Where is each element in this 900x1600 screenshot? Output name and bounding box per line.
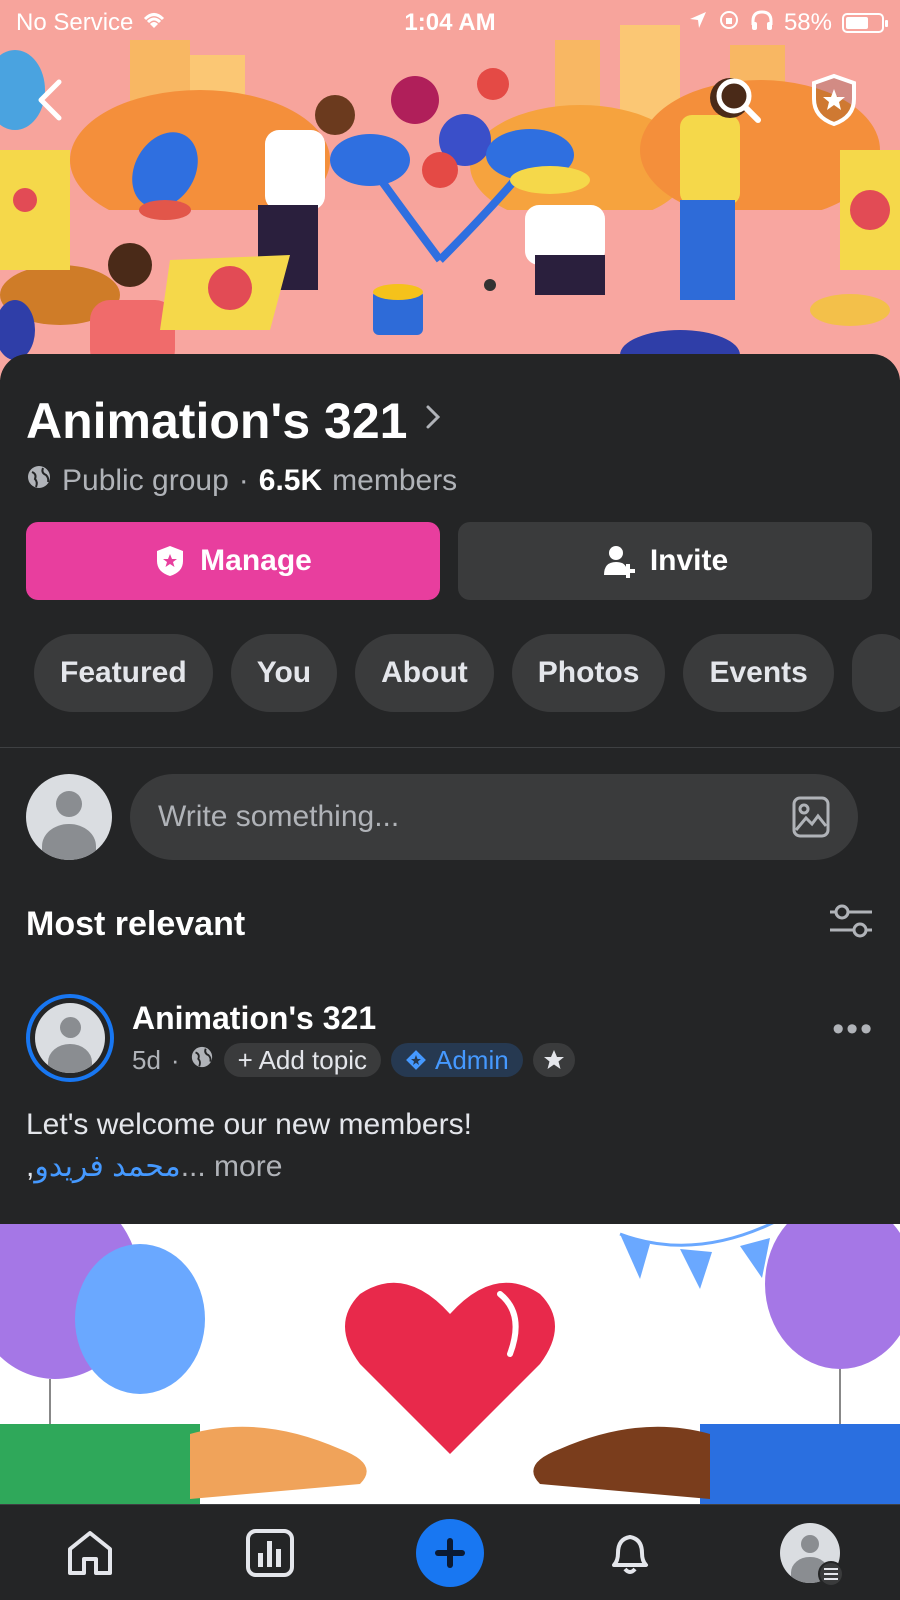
status-time: 1:04 AM — [404, 9, 496, 36]
post-ellipsis: ... — [180, 1150, 206, 1183]
status-bar: No Service 1:04 AM 58% — [0, 0, 900, 46]
avatar — [35, 1003, 105, 1073]
orientation-lock-icon — [718, 9, 740, 38]
search-button[interactable] — [708, 70, 768, 130]
group-privacy: Public group — [62, 464, 229, 497]
back-button[interactable] — [20, 70, 80, 130]
post-text: Let's welcome our new members! ,محمد فري… — [26, 1104, 472, 1188]
chevron-left-icon — [38, 79, 62, 121]
add-person-icon — [603, 546, 635, 578]
group-actions: Manage Invite — [26, 522, 872, 600]
tab-overflow[interactable] — [851, 634, 900, 712]
post-author-name[interactable]: Animation's 321 — [132, 1000, 575, 1037]
tab-about[interactable]: About — [355, 634, 494, 712]
invite-label: Invite — [649, 544, 729, 577]
cover-illustration — [0, 0, 900, 380]
write-something-input[interactable]: Write something... — [130, 774, 858, 860]
star-icon — [543, 1050, 564, 1069]
admin-tools-button[interactable] — [804, 70, 864, 130]
bar-chart-icon — [246, 1528, 294, 1577]
invite-button[interactable]: Invite — [458, 522, 872, 600]
section-divider — [0, 747, 900, 748]
composer-placeholder: Write something... — [158, 800, 400, 833]
menu-icon — [818, 1560, 844, 1587]
photo-icon[interactable] — [792, 796, 830, 838]
group-title-row[interactable]: Animation's 321 — [26, 392, 441, 450]
meta-separator: · — [238, 464, 249, 497]
bell-icon — [612, 1534, 648, 1574]
group-tabs: Featured You About Photos Events — [34, 634, 900, 712]
avatar[interactable] — [26, 774, 112, 860]
tab-featured[interactable]: Featured — [34, 634, 213, 712]
star-badge[interactable] — [532, 1043, 575, 1077]
nav-notifications[interactable] — [585, 1508, 675, 1598]
bottom-tab-bar — [0, 1504, 900, 1600]
post-header: Animation's 321 5d · + Add topic Admin — [26, 994, 575, 1082]
see-more-link[interactable]: more — [214, 1150, 282, 1183]
nav-profile-menu[interactable] — [765, 1508, 855, 1598]
battery-percent: 58% — [783, 9, 832, 36]
add-topic-button[interactable]: + Add topic — [223, 1043, 381, 1077]
shield-star-icon — [812, 73, 856, 127]
members-count[interactable]: 6.5K — [259, 464, 322, 498]
tab-events[interactable]: Events — [683, 634, 834, 712]
admin-badge-label: Admin — [434, 1044, 509, 1075]
tab-you[interactable]: You — [230, 634, 338, 712]
post-subline: 5d · + Add topic Admin — [132, 1043, 575, 1077]
group-name[interactable]: Animation's 321 — [26, 392, 407, 450]
wifi-icon — [141, 9, 167, 37]
location-icon — [688, 9, 708, 37]
filter-sliders-icon[interactable] — [828, 902, 874, 947]
create-post-button[interactable] — [416, 1518, 484, 1587]
post-image[interactable] — [0, 1224, 900, 1504]
nav-home[interactable] — [45, 1508, 135, 1598]
home-icon — [68, 1530, 112, 1575]
chevron-right-icon — [425, 403, 441, 439]
post-mention-link[interactable]: محمد فريدو — [34, 1150, 180, 1183]
plus-icon — [435, 1537, 465, 1568]
globe-icon — [190, 1045, 214, 1076]
group-meta: Public group · 6.5K members — [26, 464, 457, 498]
nav-create[interactable] — [405, 1508, 495, 1598]
shield-star-icon — [157, 546, 184, 576]
feed-sort-row: Most relevant — [26, 902, 874, 947]
welcome-illustration — [0, 1224, 900, 1504]
carrier-label: No Service — [16, 9, 134, 36]
post-composer: Write something... — [26, 774, 858, 860]
globe-icon — [26, 464, 52, 498]
tab-photos[interactable]: Photos — [511, 634, 666, 712]
post-body: Let's welcome our new members! — [26, 1108, 472, 1141]
headphones-icon — [750, 9, 774, 38]
battery-icon — [842, 13, 888, 33]
admin-badge[interactable]: Admin — [390, 1043, 523, 1077]
post-author-avatar[interactable] — [26, 994, 114, 1082]
manage-button[interactable]: Manage — [26, 522, 440, 600]
members-label: members — [332, 464, 458, 497]
group-cover-photo[interactable] — [0, 0, 900, 380]
nav-insights[interactable] — [225, 1508, 315, 1598]
sort-label[interactable]: Most relevant — [26, 905, 245, 944]
post-dot: · — [170, 1044, 180, 1075]
admin-diamond-icon — [406, 1050, 426, 1070]
post-more-options-button[interactable]: ••• — [832, 1010, 874, 1049]
manage-label: Manage — [200, 544, 312, 577]
search-icon — [716, 78, 761, 123]
post-age[interactable]: 5d — [132, 1045, 161, 1076]
